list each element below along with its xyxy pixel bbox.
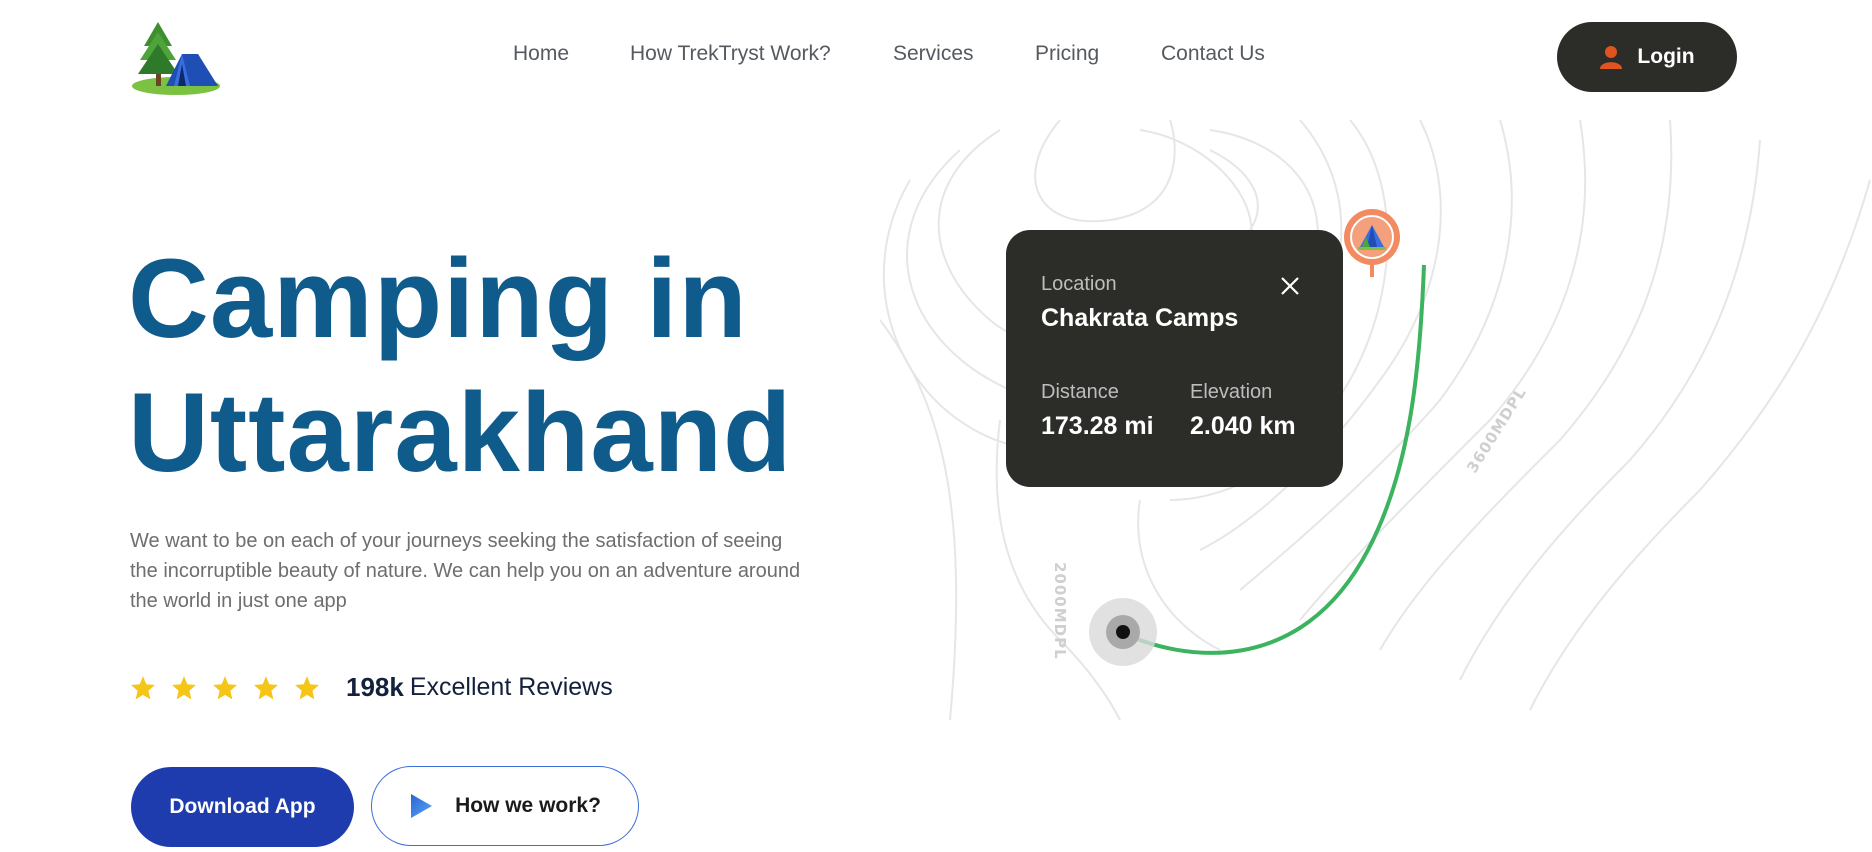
star-icon [295,675,319,699]
hero-title-line-2: Uttarakhand [128,370,793,495]
download-app-button[interactable]: Download App [131,767,354,847]
nav-pricing[interactable]: Pricing [1035,42,1099,66]
star-icon [131,675,155,699]
login-button[interactable]: Login [1557,22,1737,92]
star-rating [130,675,320,701]
distance-label: Distance [1041,381,1119,403]
rating: 198k Excellent Reviews [130,672,613,703]
hero-title: Camping in Uttarakhand [128,232,792,500]
hero-title-line-1: Camping in [128,236,748,361]
close-icon[interactable] [1278,274,1302,298]
location-dot-icon [1089,598,1157,666]
camping-tent-tree-logo-icon [132,22,220,95]
reviews-label: Excellent Reviews [409,673,613,701]
reviews-count: 198k [346,672,404,702]
download-app-label: Download App [169,795,316,818]
hero-description: We want to be on each of your journeys s… [130,530,801,612]
star-icon [172,675,196,699]
star-icon [254,675,278,699]
contour-label-2000: 2000MDPL [1051,562,1069,660]
location-card: Location Chakrata Camps Distance 173.28 … [1006,230,1343,487]
nav-contact-us[interactable]: Contact Us [1161,42,1265,66]
play-icon [411,794,433,818]
nav-how-it-works[interactable]: How TrekTryst Work? [630,42,831,66]
how-we-work-label: How we work? [455,794,601,817]
how-we-work-button[interactable]: How we work? [371,766,639,846]
elevation-value: 2.040 km [1190,412,1296,440]
location-label: Location [1041,273,1117,295]
login-label: Login [1637,45,1695,68]
location-value: Chakrata Camps [1041,304,1239,332]
nav-services[interactable]: Services [893,42,974,66]
star-icon [213,675,237,699]
campsite-pin[interactable] [1342,207,1402,277]
start-point-marker[interactable] [1088,597,1158,667]
contour-label-3600: 3600MDPL [1463,384,1530,476]
distance-value: 173.28 mi [1041,412,1154,440]
campsite-pin-icon [1344,209,1400,277]
brand-logo[interactable] [130,20,224,98]
elevation-label: Elevation [1190,381,1273,403]
nav-home[interactable]: Home [513,42,569,66]
user-icon [1600,46,1623,69]
